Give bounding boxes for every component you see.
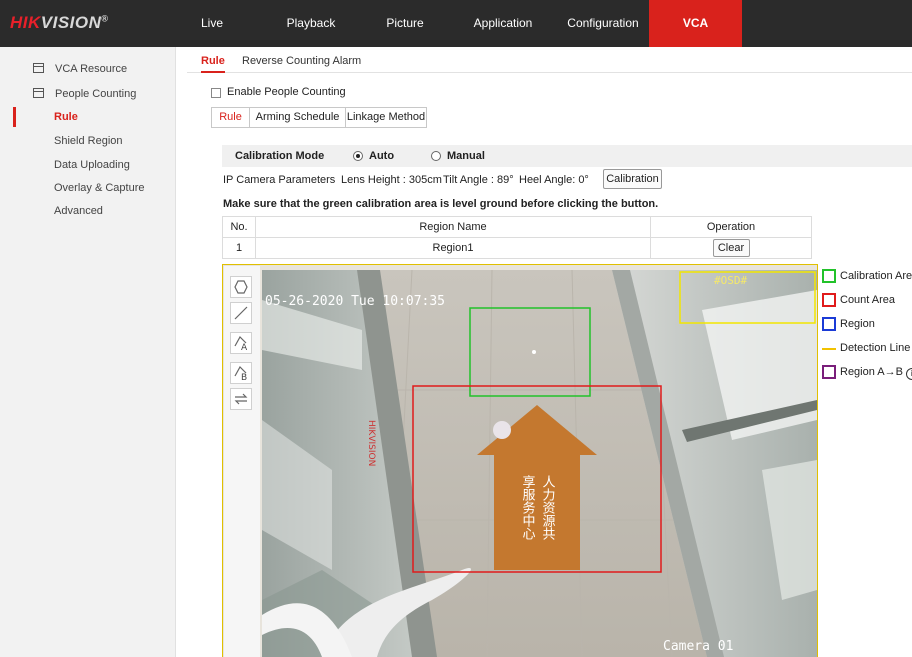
ip-camera-parameters-label: IP Camera Parameters [223, 174, 336, 186]
region-b-icon[interactable]: B [230, 362, 252, 384]
top-navigation-bar: HIKVISION® Live View Playback Picture Ap… [0, 0, 912, 77]
svg-text:A: A [241, 343, 248, 353]
col-operation-header: Operation [650, 216, 812, 238]
calibration-button[interactable]: Calibration [603, 169, 662, 189]
sidebar-item-advanced[interactable]: Advanced [0, 200, 175, 222]
nav-playback[interactable]: Playback [280, 0, 342, 47]
clear-button[interactable]: Clear [712, 239, 750, 257]
col-region-name-header: Region Name [255, 216, 651, 238]
polygon-icon[interactable] [230, 276, 252, 298]
info-icon[interactable]: i [905, 368, 912, 380]
nav-vca[interactable]: VCA [649, 0, 742, 47]
window-icon [33, 63, 44, 73]
enable-people-counting-label: Enable People Counting [227, 86, 346, 98]
manual-radio[interactable] [431, 151, 441, 161]
people-counting-icon [33, 88, 44, 98]
main-tab-bar: Rule Reverse Counting Alarm [187, 47, 912, 73]
enable-people-counting-checkbox[interactable] [211, 88, 221, 98]
camera-video-feed[interactable]: 享服务中心 人力资源共 HIKVISION 05-26-2020 Tue 10:… [262, 270, 817, 657]
floor-sign-text-right: 人力资源共 [540, 475, 556, 540]
floor-sign-text-left: 享服务中心 [520, 474, 536, 540]
hikvision-logo: HIKVISION® [10, 13, 109, 32]
video-timestamp: 05-26-2020 Tue 10:07:35 [265, 294, 446, 309]
calibration-hint: Make sure that the green calibration are… [223, 198, 659, 210]
sidebar-item-shield-region[interactable]: Shield Region [0, 130, 175, 152]
calibration-mode-row [222, 145, 912, 167]
svg-text:B: B [241, 373, 247, 383]
tilt-angle-value: Tilt Angle : 89° [443, 174, 514, 186]
col-no-header: No. [222, 216, 256, 238]
tab-reverse-counting-alarm[interactable]: Reverse Counting Alarm [242, 55, 361, 67]
auto-radio[interactable] [353, 151, 363, 161]
step-navigation: Rule Arming Schedule Linkage Method [211, 107, 427, 128]
lens-height-value: Lens Height : 305cm [341, 174, 442, 186]
tab-rule[interactable]: Rule [201, 55, 225, 73]
region-a-icon[interactable]: A [230, 332, 252, 354]
step-rule[interactable]: Rule [212, 108, 250, 127]
sidebar-item-overlay-capture[interactable]: Overlay & Capture [0, 177, 175, 199]
table-row: 1 Region1 Clear [222, 237, 812, 259]
swap-direction-icon[interactable] [230, 388, 252, 410]
auto-label: Auto [369, 150, 395, 162]
calibration-mode-label: Calibration Mode [235, 150, 325, 162]
step-linkage-method[interactable]: Linkage Method [346, 108, 427, 127]
nav-application[interactable]: Application [467, 0, 539, 47]
sidebar-item-data-uploading[interactable]: Data Uploading [0, 154, 175, 176]
nav-live-view[interactable]: Live View [188, 0, 236, 77]
manual-label: Manual [447, 150, 485, 162]
sidebar-item-vca-resource[interactable]: VCA Resource [0, 58, 175, 80]
line-icon[interactable] [230, 302, 252, 324]
osd-text: #OSD# [714, 274, 748, 287]
nav-configuration[interactable]: Configuration [563, 0, 643, 47]
step-arming-schedule[interactable]: Arming Schedule [250, 108, 346, 127]
wall-brand-text: HIKVISION [366, 420, 376, 466]
heel-angle-value: Heel Angle: 0° [519, 174, 589, 186]
camera-name-overlay: Camera 01 [663, 639, 734, 654]
row-no: 1 [222, 237, 256, 259]
video-scene: 享服务中心 人力资源共 HIKVISION [262, 270, 817, 657]
sidebar-item-people-counting[interactable]: People Counting [0, 83, 175, 105]
sidebar-item-rule[interactable]: Rule [0, 106, 175, 128]
drawing-toolbar: A B [224, 266, 260, 657]
row-region-name[interactable]: Region1 [255, 237, 651, 259]
nav-picture[interactable]: Picture [380, 0, 430, 47]
region-table: No. Region Name Operation 1 Region1 Clea… [222, 216, 812, 259]
